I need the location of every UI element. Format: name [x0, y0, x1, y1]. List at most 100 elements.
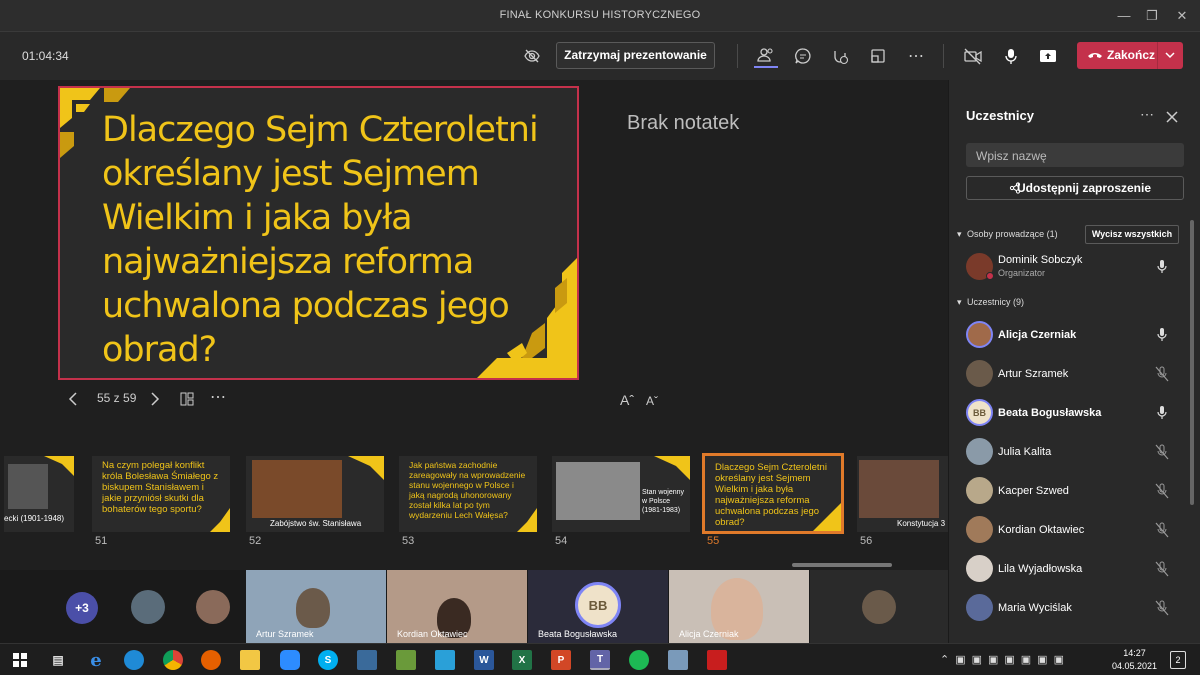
powerpoint-icon[interactable]: P — [551, 650, 571, 670]
video-tile[interactable] — [810, 570, 948, 643]
previous-slide-icon[interactable] — [68, 392, 78, 409]
share-tray-icon[interactable] — [1036, 44, 1060, 68]
video-tile-name: Alicja Czerniak — [679, 629, 739, 639]
notification-center-icon[interactable]: 2 — [1170, 651, 1186, 669]
video-tile[interactable]: Artur Szramek — [246, 570, 386, 643]
stop-presenting-button[interactable]: Zatrzymaj prezentowanie — [556, 42, 715, 69]
thumb-caption: ecki (1901-1948) — [4, 514, 65, 523]
font-increase-button[interactable]: Aˆ — [620, 392, 634, 408]
expand-chevron-icon: ▾ — [957, 297, 962, 307]
participants-section[interactable]: ▾ Uczestnicy (9) — [957, 297, 1024, 308]
participant-avatar[interactable] — [131, 590, 165, 624]
chat-icon[interactable] — [791, 44, 815, 68]
search-input[interactable]: Wpisz nazwę — [966, 143, 1184, 167]
mute-all-button[interactable]: Wycisz wszystkich — [1085, 225, 1179, 244]
presenter-view: Dlaczego Sejm Czteroletni określany jest… — [0, 80, 948, 570]
panel-more-icon[interactable]: ⋯ — [1140, 106, 1154, 123]
slide-thumbnail[interactable]: Stan wojenny w Polsce (1981-1983) — [552, 456, 690, 532]
video-tile[interactable]: Alicja Czerniak — [669, 570, 809, 643]
participant-row[interactable]: Kacper Szwed — [949, 474, 1189, 510]
participant-row[interactable]: Dominik Sobczyk Organizator — [949, 250, 1189, 286]
app-icon[interactable] — [396, 650, 416, 670]
slide-grid-icon[interactable] — [180, 392, 194, 409]
close-window-icon[interactable]: ✕ — [1172, 6, 1192, 26]
spotify-icon[interactable] — [629, 650, 649, 670]
edge-icon[interactable] — [124, 650, 144, 670]
panel-scrollbar[interactable] — [1190, 220, 1194, 505]
slide-thumbnail[interactable]: Konstytucja 3 — [857, 456, 948, 532]
minimize-icon[interactable]: — — [1114, 6, 1134, 26]
restore-icon[interactable]: ❐ — [1142, 6, 1162, 26]
video-tile-name: Beata Bogusławska — [538, 629, 618, 639]
slide-more-icon[interactable]: ⋯ — [210, 387, 226, 407]
thumbnail-scrollbar[interactable] — [792, 563, 892, 567]
share-invite-button[interactable]: Udostępnij zaproszenie — [966, 176, 1184, 200]
leave-meeting-button[interactable]: Zakończ — [1077, 42, 1183, 69]
participant-row[interactable]: Maria Wyciślak — [949, 591, 1189, 627]
slide-thumbnail[interactable]: Na czym polegał konflikt króla Bolesława… — [92, 456, 230, 532]
teams-icon[interactable]: T — [590, 650, 610, 670]
organizers-section[interactable]: ▾ Osoby prowadzące (1) — [957, 229, 1058, 240]
portrait-image — [8, 464, 48, 509]
participant-name: Maria Wyciślak — [998, 602, 1072, 614]
app-icon[interactable] — [668, 650, 688, 670]
slide-thumbnail[interactable]: Jak państwa zachodnie zareagowały na wpr… — [399, 456, 537, 532]
mic-muted-icon — [1155, 522, 1169, 538]
internet-explorer-icon[interactable]: e — [86, 650, 106, 671]
mic-muted-icon — [1155, 483, 1169, 499]
system-tray-icons[interactable]: ⌃▣▣▣▣▣▣▣ — [940, 653, 1070, 666]
current-slide: Dlaczego Sejm Czteroletni określany jest… — [58, 86, 579, 380]
eye-off-icon[interactable] — [520, 44, 544, 68]
avatar-initials: BB — [575, 582, 621, 628]
firefox-icon[interactable] — [201, 650, 221, 670]
participant-row[interactable]: Julia Kalita — [949, 435, 1189, 471]
more-participants-badge[interactable]: +3 — [66, 592, 98, 624]
task-view-icon[interactable]: ▤ — [48, 650, 68, 670]
word-icon[interactable]: W — [474, 650, 494, 670]
participant-row[interactable]: Alicja Czerniak — [949, 318, 1189, 354]
thumb-number: 56 — [860, 535, 873, 547]
more-options-icon[interactable]: ⋯ — [904, 44, 928, 68]
file-explorer-icon[interactable] — [240, 650, 260, 670]
avatar — [966, 516, 993, 543]
camera-off-icon[interactable] — [961, 44, 985, 68]
zoom-icon[interactable] — [280, 650, 300, 670]
avatar — [966, 438, 993, 465]
app-icon[interactable] — [435, 650, 455, 670]
slide-thumbnail-strip: ecki (1901-1948) Na czym polegał konflik… — [0, 450, 948, 550]
thumb-ornament — [44, 456, 74, 476]
participant-row[interactable]: BB Beata Bogusławska — [949, 396, 1189, 432]
microphone-icon[interactable] — [999, 44, 1023, 68]
acrobat-icon[interactable] — [707, 650, 727, 670]
slide-thumbnail[interactable]: Zabójstwo św. Stanisława — [246, 456, 384, 532]
thumb-caption: Konstytucja 3 — [897, 519, 946, 528]
expand-chevron-icon: ▾ — [957, 229, 962, 239]
close-panel-icon[interactable] — [1166, 111, 1178, 123]
participants-icon[interactable] — [754, 44, 778, 68]
chevron-down-icon[interactable] — [1165, 52, 1175, 59]
thumb-number: 51 — [95, 535, 108, 547]
thumb-number-active: 55 — [707, 535, 720, 547]
thumb-text: Jak państwa zachodnie zareagowały na wpr… — [409, 460, 526, 520]
reactions-icon[interactable] — [828, 44, 852, 68]
participant-avatar[interactable] — [196, 590, 230, 624]
app-icon[interactable] — [357, 650, 377, 670]
windows-start-icon[interactable] — [10, 650, 30, 670]
slide-thumbnail-active[interactable]: Dlaczego Sejm Czteroletni określany jest… — [702, 453, 844, 534]
excel-icon[interactable]: X — [512, 650, 532, 670]
font-decrease-button[interactable]: Aˇ — [646, 394, 658, 408]
participant-row[interactable]: Artur Szramek — [949, 357, 1189, 393]
video-gallery: +3 Artur Szramek Kordian Oktawiec BB Bea… — [0, 570, 948, 643]
taskbar-clock[interactable]: 14:27 04.05.2021 — [1112, 647, 1157, 673]
organizers-header: Osoby prowadzące (1) — [967, 229, 1058, 239]
skype-icon[interactable]: S — [318, 650, 338, 670]
participant-row[interactable]: Lila Wyjadłowska — [949, 552, 1189, 588]
participant-row[interactable]: Kordian Oktawiec — [949, 513, 1189, 549]
next-slide-icon[interactable] — [150, 392, 160, 409]
panel-title: Uczestnicy — [966, 108, 1034, 123]
slide-thumbnail[interactable]: ecki (1901-1948) — [4, 456, 74, 532]
breakout-rooms-icon[interactable] — [866, 44, 890, 68]
video-tile[interactable]: Kordian Oktawiec — [387, 570, 527, 643]
video-tile[interactable]: BB Beata Bogusławska — [528, 570, 668, 643]
chrome-icon[interactable] — [163, 650, 183, 670]
